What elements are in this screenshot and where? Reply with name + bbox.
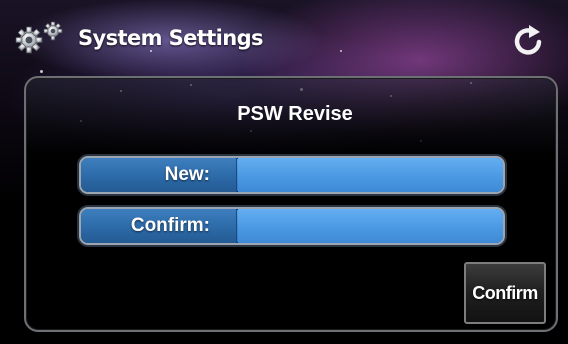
refresh-icon[interactable]	[510, 22, 550, 62]
panel-title: PSW Revise	[237, 103, 353, 125]
new-password-input[interactable]	[238, 158, 503, 192]
confirm-password-input[interactable]	[238, 209, 503, 243]
gear-icon	[15, 20, 73, 56]
confirm-button[interactable]: Confirm	[464, 262, 546, 324]
header-bar: System Settings	[0, 0, 568, 66]
new-password-field[interactable]: New:	[79, 156, 505, 194]
confirm-password-field[interactable]: Confirm:	[79, 207, 505, 245]
new-password-label: New:	[81, 158, 237, 192]
confirm-password-label: Confirm:	[81, 209, 237, 243]
page-title: System Settings	[78, 26, 264, 50]
